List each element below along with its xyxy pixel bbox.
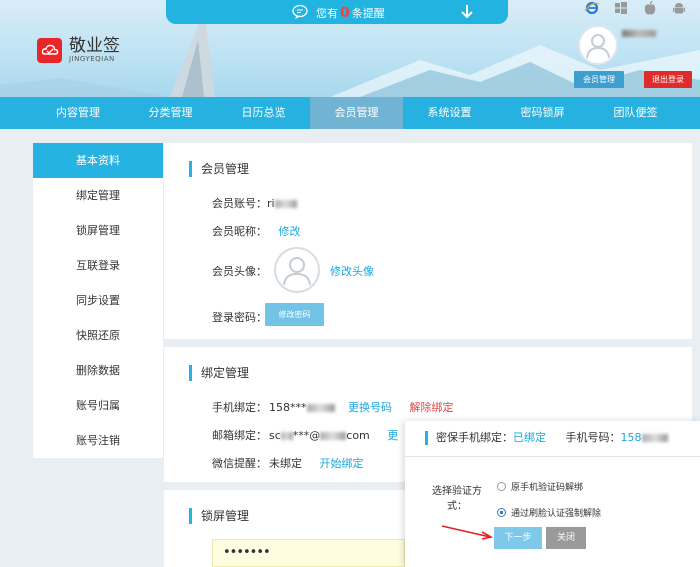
account-blurred xyxy=(274,200,297,208)
verify-method-label: 选择验证方式： xyxy=(432,486,482,512)
sidebar: 基本资料 绑定管理 锁屏管理 互联登录 同步设置 快照还原 删除数据 账号归属 … xyxy=(33,143,163,458)
windows-icon[interactable] xyxy=(613,0,629,16)
nav-member[interactable]: 会员管理 xyxy=(310,97,403,129)
sidebar-item-binding[interactable]: 绑定管理 xyxy=(33,178,163,213)
lockscreen-section-title: 锁屏管理 xyxy=(189,508,249,524)
nav-category[interactable]: 分类管理 xyxy=(124,97,217,129)
nav-settings[interactable]: 系统设置 xyxy=(403,97,496,129)
member-management-button[interactable]: 会员管理 xyxy=(574,71,624,88)
wechat-label: 微信提醒： xyxy=(212,457,267,470)
notice-count: 0 xyxy=(340,5,350,21)
next-step-button[interactable]: 下一步 xyxy=(494,527,542,549)
nav-lockscreen[interactable]: 密码锁屏 xyxy=(496,97,589,129)
nickname-row: 会员昵称： 修改 xyxy=(212,223,301,239)
nickname-label: 会员昵称： xyxy=(212,225,267,238)
phone-label: 手机绑定： xyxy=(212,401,267,414)
unbind-phone-link[interactable]: 解除绑定 xyxy=(410,401,454,414)
sidebar-item-cancel-account[interactable]: 账号注销 xyxy=(33,423,163,458)
sidebar-item-ownership[interactable]: 账号归属 xyxy=(33,388,163,423)
logo-subtitle: JINGYEQIAN xyxy=(69,55,115,63)
sidebar-item-sync[interactable]: 同步设置 xyxy=(33,283,163,318)
binding-section-title: 绑定管理 xyxy=(189,365,249,381)
option-sms-label: 原手机验证码解绑 xyxy=(511,483,584,493)
phone-binding-row: 手机绑定： 158*** 更换号码 解除绑定 xyxy=(212,399,454,415)
email-blurred-1 xyxy=(280,432,293,440)
password-label: 登录密码： xyxy=(212,311,267,324)
radio-face[interactable] xyxy=(497,508,506,517)
bind-wechat-link[interactable]: 开始绑定 xyxy=(320,457,364,470)
email-label: 邮箱绑定： xyxy=(212,429,267,442)
popup-phone-blurred xyxy=(641,434,668,442)
arrow-down-icon[interactable] xyxy=(460,3,474,20)
radio-sms[interactable] xyxy=(497,482,506,491)
account-label: 会员账号： xyxy=(212,197,267,210)
email-blurred-2 xyxy=(320,432,347,440)
platform-icons xyxy=(584,0,687,16)
notice-suffix: 条提醒 xyxy=(351,7,385,20)
username-blurred xyxy=(622,30,656,37)
member-avatar[interactable] xyxy=(274,247,320,293)
avatar-label: 会员头像： xyxy=(212,265,267,278)
email-value-start: sc xyxy=(269,429,281,442)
email-binding-row: 邮箱绑定： sc ***@ com 更 xyxy=(212,427,398,443)
popup-title: 密保手机绑定：已绑定 手机号码：158 xyxy=(425,431,668,445)
close-button[interactable]: 关闭 xyxy=(546,527,586,549)
header: 您有 0 条提醒 敬业签 JINGYEQIAN 会员管理 退出登录 xyxy=(0,0,700,97)
member-section-title: 会员管理 xyxy=(189,161,249,177)
annotation-arrow-icon xyxy=(441,525,494,540)
email-value-end: com xyxy=(346,429,370,442)
change-phone-link[interactable]: 更换号码 xyxy=(348,401,392,414)
edit-avatar-link[interactable]: 修改头像 xyxy=(330,263,374,279)
member-panel: 会员管理 会员账号：ri 会员昵称： 修改 会员头像： 修改头像 登录密码： 修… xyxy=(164,143,692,339)
edit-nickname-link[interactable]: 修改 xyxy=(279,225,301,238)
sidebar-item-basic-info[interactable]: 基本资料 xyxy=(33,143,163,178)
main-nav: 内容管理 分类管理 日历总览 会员管理 系统设置 密码锁屏 团队便签 xyxy=(0,97,700,129)
sidebar-item-snapshot[interactable]: 快照还原 xyxy=(33,318,163,353)
sidebar-item-lockscreen[interactable]: 锁屏管理 xyxy=(33,213,163,248)
ie-icon[interactable] xyxy=(584,0,600,16)
nav-calendar[interactable]: 日历总览 xyxy=(217,97,310,129)
sidebar-item-delete-data[interactable]: 删除数据 xyxy=(33,353,163,388)
notice-prefix: 您有 xyxy=(316,7,338,20)
logo-cloud-icon xyxy=(37,37,62,63)
wechat-binding-row: 微信提醒： 未绑定 开始绑定 xyxy=(212,455,364,471)
nav-team-notes[interactable]: 团队便签 xyxy=(589,97,682,129)
user-avatar[interactable] xyxy=(578,25,618,65)
phone-blurred xyxy=(306,404,335,412)
popup-phone-label: 手机号码： xyxy=(565,431,621,444)
change-email-link[interactable]: 更 xyxy=(387,429,398,442)
phone-value: 158*** xyxy=(269,401,307,414)
secure-phone-label: 密保手机绑定： xyxy=(436,431,513,444)
account-row: 会员账号：ri xyxy=(212,195,297,211)
notice-bar[interactable]: 您有 0 条提醒 xyxy=(166,0,508,24)
popup-phone-value: 158 xyxy=(620,431,642,444)
account-value: ri xyxy=(267,197,275,210)
option-face-label: 通过刷脸认证强制解除 xyxy=(511,509,602,519)
email-value-mid: ***@ xyxy=(292,429,321,442)
android-icon[interactable] xyxy=(671,0,687,16)
message-bubble-icon xyxy=(292,4,308,19)
option-face-unbind[interactable]: 通过刷脸认证强制解除 xyxy=(497,506,601,519)
lockscreen-password-field[interactable]: ••••••• xyxy=(212,539,405,567)
logo[interactable]: 敬业签 JINGYEQIAN xyxy=(37,37,120,63)
option-sms-unbind[interactable]: 原手机验证码解绑 xyxy=(497,480,583,493)
nav-content[interactable]: 内容管理 xyxy=(0,97,124,129)
logo-name: 敬业签 xyxy=(69,36,120,56)
change-password-button[interactable]: 修改密码 xyxy=(265,303,324,326)
popup-header: 密保手机绑定：已绑定 手机号码：158 xyxy=(405,421,700,457)
unbind-phone-popup: 密保手机绑定：已绑定 手机号码：158 选择验证方式： 原手机验证码解绑 通过刷… xyxy=(405,421,700,567)
secure-phone-status: 已绑定 xyxy=(513,431,546,444)
sidebar-item-social-login[interactable]: 互联登录 xyxy=(33,248,163,283)
apple-icon[interactable] xyxy=(642,0,658,16)
wechat-value: 未绑定 xyxy=(269,457,302,470)
notice-text: 您有 0 条提醒 xyxy=(316,5,385,21)
logout-button[interactable]: 退出登录 xyxy=(644,71,692,88)
